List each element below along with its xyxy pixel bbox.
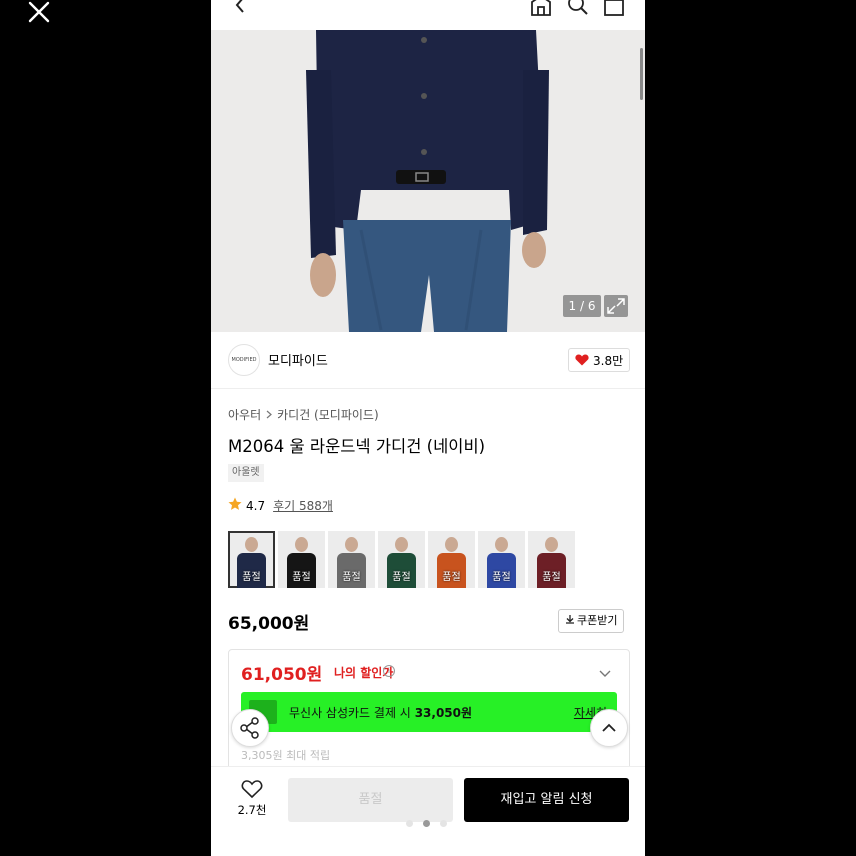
breadcrumb-cardigan[interactable]: 카디건 (모디파이드) xyxy=(277,406,379,423)
outlet-badge: 아울렛 xyxy=(228,464,264,482)
soldout-button: 품절 xyxy=(288,778,453,822)
cart-icon[interactable] xyxy=(602,0,626,16)
heart-icon xyxy=(241,780,263,799)
product-image[interactable] xyxy=(211,30,645,332)
coupon-button[interactable]: 쿠폰받기 xyxy=(558,609,625,633)
scroll-indicator xyxy=(640,48,643,100)
swatch-7[interactable]: 품절 xyxy=(528,531,575,588)
image-counter: 1 / 6 xyxy=(563,295,601,317)
expand-icon[interactable] xyxy=(604,295,628,317)
brand-name[interactable]: 모디파이드 xyxy=(268,350,328,369)
home-icon[interactable] xyxy=(529,0,553,16)
swatch-1[interactable]: 품절 xyxy=(228,531,275,588)
share-button[interactable] xyxy=(231,709,269,747)
swatch-model-head xyxy=(245,537,258,552)
restock-alert-button[interactable]: 재입고 알림 신청 xyxy=(464,778,629,822)
rating-row: 4.7 후기 588개 xyxy=(228,497,333,514)
swatch-model-head xyxy=(345,537,358,552)
page-dots xyxy=(406,820,447,827)
info-icon[interactable]: i xyxy=(383,665,395,677)
card-promo-banner[interactable]: 무신사 삼성카드 결제 시 33,050원 자세히 xyxy=(241,692,617,732)
swatch-3[interactable]: 품절 xyxy=(328,531,375,588)
card-promo-price: 33,050원 xyxy=(414,706,473,720)
share-icon xyxy=(240,717,259,739)
model-illustration xyxy=(211,30,645,332)
discount-price: 61,050원 xyxy=(241,665,323,685)
download-icon xyxy=(565,610,575,632)
brand-row: MODIFIED 모디파이드 3.8만 xyxy=(211,332,645,389)
heart-filled-icon xyxy=(575,354,589,366)
back-icon[interactable] xyxy=(231,0,251,16)
wishlist-count: 2.7천 xyxy=(237,803,267,817)
brand-like-button[interactable]: 3.8만 xyxy=(568,348,631,372)
swatch-model-head xyxy=(395,537,408,552)
swatch-soldout-label: 품절 xyxy=(292,572,311,583)
search-icon[interactable] xyxy=(566,0,590,16)
swatch-model-head xyxy=(295,537,308,552)
brand-like-count: 3.8만 xyxy=(593,353,624,368)
chevron-down-icon[interactable] xyxy=(599,664,611,677)
brand-logo[interactable]: MODIFIED xyxy=(228,344,260,376)
rating-score: 4.7 xyxy=(246,498,266,513)
product-price: 65,000원 xyxy=(228,614,310,634)
breadcrumb: 아우터 카디건 (모디파이드) xyxy=(228,406,379,423)
chevron-right-icon xyxy=(266,408,273,422)
swatch-6[interactable]: 품절 xyxy=(478,531,525,588)
card-promo-prefix: 무신사 삼성카드 결제 시 xyxy=(289,706,411,720)
page-dot xyxy=(440,820,447,827)
swatch-soldout-label: 품절 xyxy=(242,572,261,583)
swatch-soldout-label: 품절 xyxy=(492,572,511,583)
swatch-soldout-label: 품절 xyxy=(392,572,411,583)
swatch-model-head xyxy=(445,537,458,552)
swatch-model-head xyxy=(495,537,508,552)
close-icon[interactable] xyxy=(24,0,54,26)
breadcrumb-outer[interactable]: 아우터 xyxy=(228,406,261,423)
scroll-top-button[interactable] xyxy=(590,709,628,747)
product-page: 1 / 6 MODIFIED 모디파이드 3.8만 아우터 카디건 (모디파이드… xyxy=(211,0,645,856)
swatch-5[interactable]: 품절 xyxy=(428,531,475,588)
top-bar xyxy=(211,0,645,30)
swatch-4[interactable]: 품절 xyxy=(378,531,425,588)
page-dot xyxy=(406,820,413,827)
coupon-label: 쿠폰받기 xyxy=(577,614,618,627)
wishlist-button[interactable]: 2.7천 xyxy=(235,779,269,818)
card-promo-text: 무신사 삼성카드 결제 시 33,050원 xyxy=(289,704,472,721)
product-title: M2064 울 라운드넥 가디건 (네이비) xyxy=(228,437,486,456)
star-icon xyxy=(228,497,242,514)
color-swatches: 품절 품절 품절 품절 품절 품절 품절 xyxy=(228,531,575,588)
bottom-action-bar: 2.7천 품절 재입고 알림 신청 xyxy=(211,766,645,856)
chevron-up-icon xyxy=(602,723,616,732)
swatch-2[interactable]: 품절 xyxy=(278,531,325,588)
review-link[interactable]: 후기 588개 xyxy=(273,497,333,514)
swatch-soldout-label: 품절 xyxy=(442,572,461,583)
swatch-soldout-label: 품절 xyxy=(542,572,561,583)
swatch-soldout-label: 품절 xyxy=(342,572,361,583)
discount-panel: 61,050원 나의 할인가 i 무신사 삼성카드 결제 시 33,050원 자… xyxy=(228,649,630,771)
swatch-model-head xyxy=(545,537,558,552)
page-dot-active xyxy=(423,820,430,827)
